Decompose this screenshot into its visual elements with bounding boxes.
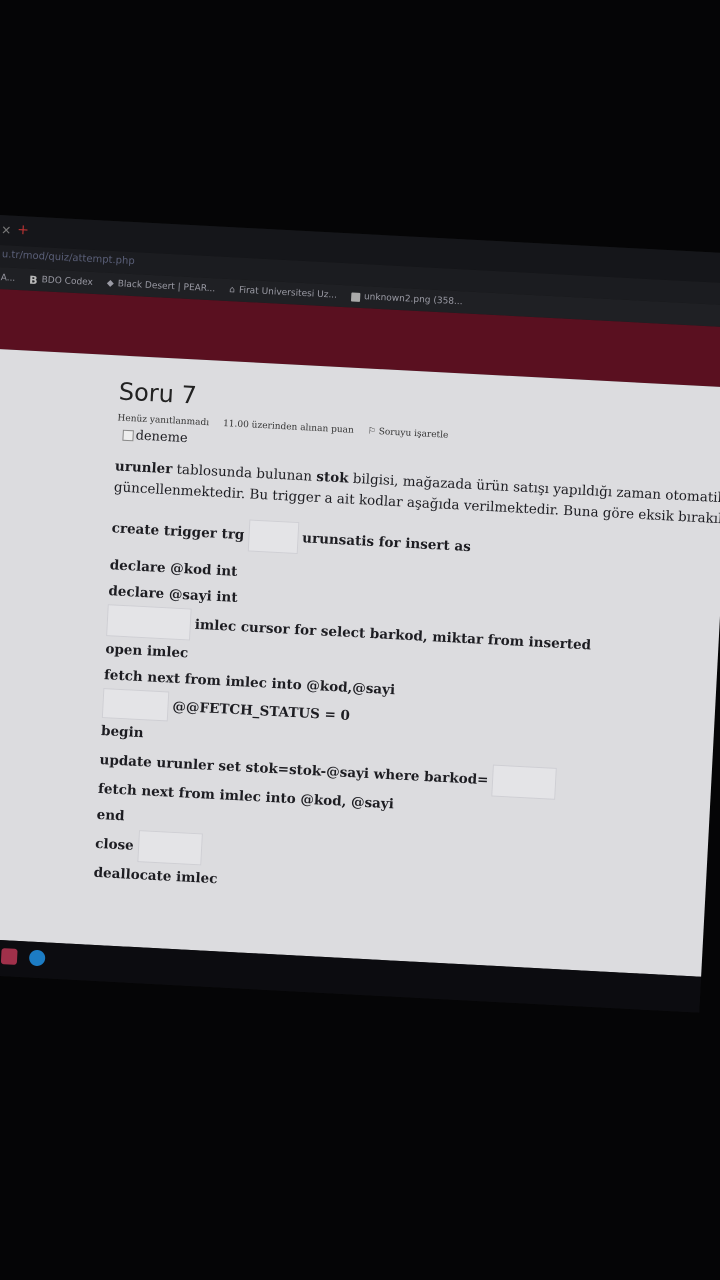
bookmark-black-desert[interactable]: ◆ Black Desert | PEAR...: [107, 279, 216, 295]
url-text: u.tr/mod/quiz/attempt.php: [1, 249, 135, 268]
code-text: urunsatis for insert as: [301, 530, 472, 556]
image-alt-text: deneme: [135, 428, 189, 447]
bookmark-label: A...: [0, 273, 16, 284]
bookmark-apps[interactable]: A...: [0, 273, 15, 284]
university-icon: ⌂: [228, 285, 236, 296]
code-text: create trigger trg: [111, 520, 245, 544]
bdo-diamond-icon: ◆: [106, 278, 114, 290]
bookmark-label: BDO Codex: [41, 275, 94, 288]
new-tab-icon[interactable]: +: [17, 222, 30, 239]
question-content: Soru 7 Henüz yanıtlanmadı 11.00 üzerinde…: [93, 377, 720, 917]
code-text: open imlec: [105, 641, 189, 662]
flag-question-button[interactable]: ⚐ Soruyu işaretle: [367, 427, 448, 441]
code-text: @@FETCH_STATUS = 0: [172, 698, 351, 724]
code-text: close: [94, 835, 135, 854]
bookmark-label: Firat Universitesi Uz...: [238, 285, 338, 301]
app-icon[interactable]: [0, 948, 18, 965]
image-file-icon: [350, 291, 361, 302]
table-name: urunler: [114, 458, 173, 478]
bdo-icon: B: [28, 273, 38, 287]
answer-status: Henüz yanıtlanmadı: [117, 413, 210, 429]
edge-icon[interactable]: [28, 949, 46, 967]
answer-blank-5[interactable]: [136, 830, 203, 866]
answer-blank-2[interactable]: [106, 604, 192, 641]
bookmark-label: unknown2.png (358...: [363, 292, 463, 308]
flag-icon: ⚐: [367, 426, 377, 437]
broken-image-icon: [122, 429, 134, 442]
bookmark-unknown-png[interactable]: unknown2.png (358...: [350, 291, 463, 308]
answer-blank-4[interactable]: [491, 764, 558, 800]
close-tab-icon[interactable]: ✕: [1, 223, 12, 238]
flag-label: Soruyu işaretle: [378, 427, 449, 441]
bookmark-label: Black Desert | PEAR...: [117, 279, 216, 295]
bookmark-bdo-codex[interactable]: B BDO Codex: [29, 273, 93, 289]
code-text: begin: [100, 723, 144, 742]
code-text: end: [96, 806, 125, 825]
monitor-screen: ✕ + u.tr/mod/quiz/attempt.php A... B BDO…: [0, 215, 720, 1013]
code-text: declare @sayi int: [108, 583, 238, 606]
code-text: deallocate imlec: [93, 864, 218, 888]
bookmark-firat[interactable]: ⌂ Firat Universitesi Uz...: [229, 285, 337, 301]
answer-blank-1[interactable]: [247, 519, 300, 555]
column-name: stok: [315, 468, 349, 487]
quiz-page: Soru 7 Henüz yanıtlanmadı 11.00 üzerinde…: [0, 348, 720, 977]
code-text: declare @kod int: [109, 557, 238, 580]
code-block: create trigger trg urunsatis for insert …: [93, 512, 720, 917]
answer-blank-3[interactable]: [101, 688, 170, 722]
